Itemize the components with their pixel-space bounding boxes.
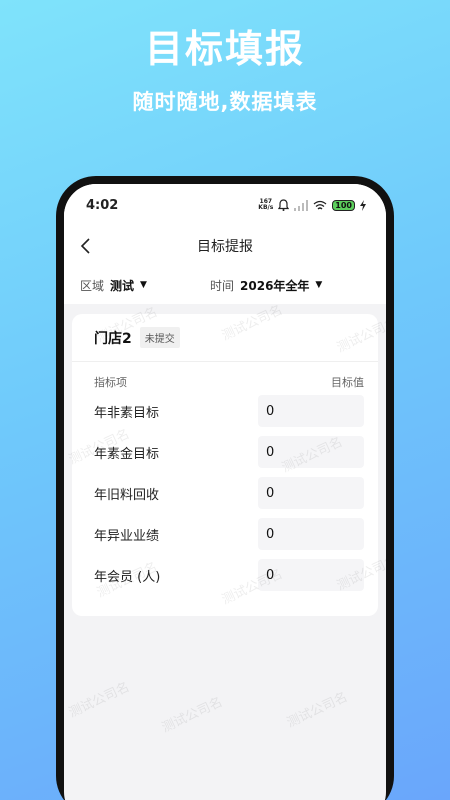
target-row-label: 年旧料回收 [94, 487, 160, 503]
watermark: 测试公司名 [284, 689, 350, 731]
region-value: 测试 [110, 278, 135, 293]
target-value-input[interactable] [258, 559, 364, 591]
net-speed-unit: KB/s [258, 204, 274, 211]
phone-screen: 4:02 167 KB/s 100 目标提报 区域 测试 ▼ 时间 2026年全… [64, 184, 386, 800]
wifi-icon [313, 200, 327, 209]
store-card: 门店2 未提交 指标项 目标值 年非素目标 年素金目标 年旧料回收 年异业业绩 [72, 314, 378, 616]
period-value: 2026年全年 [240, 278, 310, 293]
status-bar: 4:02 167 KB/s 100 [64, 184, 386, 226]
column-header: 指标项 目标值 [94, 372, 364, 392]
target-value-input[interactable] [258, 477, 364, 509]
column-value-label: 目标值 [331, 376, 364, 389]
battery-icon: 100 [332, 199, 355, 211]
watermark: 测试公司名 [66, 679, 132, 721]
status-icons: 167 KB/s 100 [258, 199, 366, 211]
target-value-input[interactable] [258, 395, 364, 427]
status-badge: 未提交 [139, 327, 180, 348]
column-item-label: 指标项 [94, 376, 127, 389]
target-row-label: 年素金目标 [94, 446, 160, 462]
target-value-input[interactable] [258, 436, 364, 468]
bell-icon [278, 199, 290, 211]
filter-bar: 区域 测试 ▼ 时间 2026年全年 ▼ [64, 266, 386, 304]
target-row: 年旧料回收 [94, 476, 364, 510]
card-header: 门店2 未提交 [72, 314, 378, 362]
target-row-label: 年会员 (人) [94, 569, 161, 585]
net-speed: 167 KB/s [258, 199, 273, 211]
promo-subtitle: 随时随地,数据填表 [132, 90, 318, 114]
status-time: 4:02 [86, 197, 119, 213]
caret-down-icon: ▼ [140, 280, 147, 290]
region-filter[interactable]: 区域 测试 ▼ [80, 277, 147, 294]
target-row: 年会员 (人) [94, 558, 364, 592]
signal-icon [294, 199, 309, 211]
watermark: 测试公司名 [159, 694, 225, 736]
period-label: 时间 [210, 278, 235, 293]
charging-icon [360, 199, 366, 211]
caret-down-icon: ▼ [315, 280, 323, 290]
target-row-label: 年非素目标 [94, 405, 160, 421]
target-row: 年素金目标 [94, 435, 364, 469]
target-row-label: 年异业业绩 [94, 528, 160, 544]
phone-frame: 4:02 167 KB/s 100 目标提报 区域 测试 ▼ 时间 2026年全… [56, 176, 394, 800]
target-row: 年异业业绩 [94, 517, 364, 551]
page-title: 目标提报 [197, 239, 253, 255]
period-filter[interactable]: 时间 2026年全年 ▼ [210, 277, 322, 294]
store-name: 门店2 [94, 330, 132, 347]
target-value-input[interactable] [258, 518, 364, 550]
promo-title: 目标填报 [144, 27, 305, 71]
chevron-left-icon[interactable] [76, 236, 96, 256]
nav-bar: 目标提报 [64, 226, 386, 266]
region-label: 区域 [80, 278, 105, 293]
target-row: 年非素目标 [94, 394, 364, 428]
